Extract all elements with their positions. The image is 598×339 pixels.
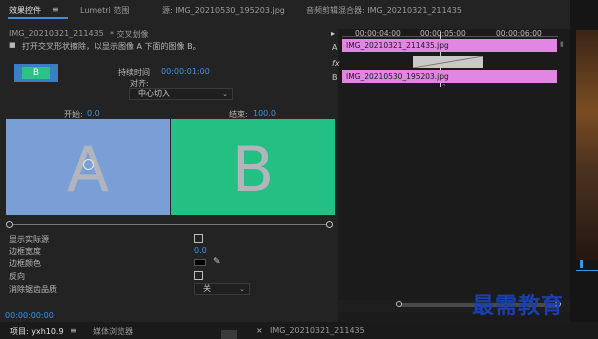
preview-image-b: B xyxy=(171,119,335,215)
panel-menu-icon[interactable]: ≡ xyxy=(70,326,77,335)
start-slider-knob[interactable] xyxy=(6,221,13,228)
end-value[interactable]: 100.0 xyxy=(253,109,276,118)
start-end-slider-track xyxy=(10,224,330,225)
alignment-value: 中心切入 xyxy=(138,89,170,98)
tab-audio-clip-mixer[interactable]: 音频剪辑混合器: IMG_20210321_211435 xyxy=(306,5,462,16)
chevron-down-icon: ⌄ xyxy=(239,285,245,293)
track-label-b: B xyxy=(332,73,338,82)
clip-b[interactable]: IMG_20210530_195203.jpg xyxy=(342,70,557,83)
track-label-a: A xyxy=(332,43,338,52)
tab-media-browser[interactable]: 媒体浏览器 xyxy=(93,326,133,337)
program-monitor xyxy=(570,0,598,322)
tab-source[interactable]: 源: IMG_20210530_195203.jpg xyxy=(162,5,285,16)
show-actual-source-checkbox[interactable] xyxy=(194,234,203,243)
alignment-dropdown[interactable]: 中心切入 ⌄ xyxy=(129,88,233,100)
anti-alias-label: 消除锯齿品质 xyxy=(9,285,57,294)
vertical-scrollbar[interactable]: ▮ xyxy=(560,40,564,48)
track-label-fx: fx xyxy=(332,59,340,68)
program-playhead[interactable] xyxy=(580,260,583,268)
watermark-logo: 最需教育 xyxy=(472,293,565,319)
border-color-swatch[interactable] xyxy=(194,259,206,266)
center-point-handle[interactable] xyxy=(83,159,94,170)
program-video-frame xyxy=(576,30,598,260)
transition-block[interactable] xyxy=(413,56,483,68)
clip-name: IMG_20210321_211435 xyxy=(9,29,104,38)
panel-menu-icon[interactable]: ≡ xyxy=(52,5,59,14)
preview-letter-b: B xyxy=(231,133,275,206)
thumbnail-letter: B xyxy=(22,67,50,79)
eyedropper-icon[interactable]: ✎ xyxy=(213,257,221,267)
timeline-header xyxy=(338,19,570,29)
ruler-line xyxy=(342,36,558,37)
clip-a[interactable]: IMG_20210321_211435.jpg xyxy=(342,39,557,52)
tab-effect-controls[interactable]: 效果控件 xyxy=(9,5,41,16)
reverse-label: 反向 xyxy=(9,272,25,281)
border-color-label: 边框颜色 xyxy=(9,259,41,268)
anti-alias-dropdown[interactable]: 关 ⌄ xyxy=(194,283,250,295)
zoom-handle-left[interactable] xyxy=(396,301,402,307)
current-timecode[interactable]: 00:00:00:00 xyxy=(5,311,54,320)
reverse-checkbox[interactable] xyxy=(194,271,203,280)
preview-image-a[interactable]: A xyxy=(6,119,170,215)
tab-lumetri-scopes[interactable]: Lumetri 范围 xyxy=(80,5,129,16)
close-icon[interactable]: × xyxy=(256,326,263,335)
clip-b-label: IMG_20210530_195203.jpg xyxy=(346,72,449,81)
border-width-label: 边框宽度 xyxy=(9,247,41,256)
panel-tab-bar: 效果控件 ≡ Lumetri 范围 源: IMG_20210530_195203… xyxy=(0,0,598,19)
tab-sequence[interactable]: IMG_20210321_211435 xyxy=(270,326,365,335)
toolbar-button[interactable] xyxy=(221,330,237,339)
border-width-value[interactable]: 0.0 xyxy=(194,246,207,255)
effect-description: 打开交叉形状擦除，以显示图像 A 下面的图像 B。 xyxy=(22,42,201,51)
transition-diagonal-icon xyxy=(413,56,483,68)
program-timeline-bar xyxy=(576,270,598,271)
collapse-arrow-icon[interactable]: ▸ xyxy=(331,29,335,38)
clip-a-label: IMG_20210321_211435.jpg xyxy=(346,41,449,50)
start-value[interactable]: 0.0 xyxy=(87,109,100,118)
tab-project[interactable]: 项目: yxh10.9 xyxy=(10,326,64,337)
square-bullet-icon: ■ xyxy=(9,41,16,49)
anti-alias-value: 关 xyxy=(203,284,211,293)
end-slider-knob[interactable] xyxy=(326,221,333,228)
chevron-down-icon: ⌄ xyxy=(222,90,228,98)
duration-label: 持续时间 xyxy=(118,68,150,77)
effect-name: * 交叉划像 xyxy=(110,30,149,39)
playhead-marker-icon: ⌃ xyxy=(441,83,447,91)
bottom-panel-tabs: 项目: yxh10.9 ≡ 媒体浏览器 × IMG_20210321_21143… xyxy=(0,322,598,339)
duration-value[interactable]: 00:00:01:00 xyxy=(161,67,210,76)
transition-thumbnail: B xyxy=(14,64,58,82)
show-actual-source-label: 显示实际源 xyxy=(9,235,49,244)
